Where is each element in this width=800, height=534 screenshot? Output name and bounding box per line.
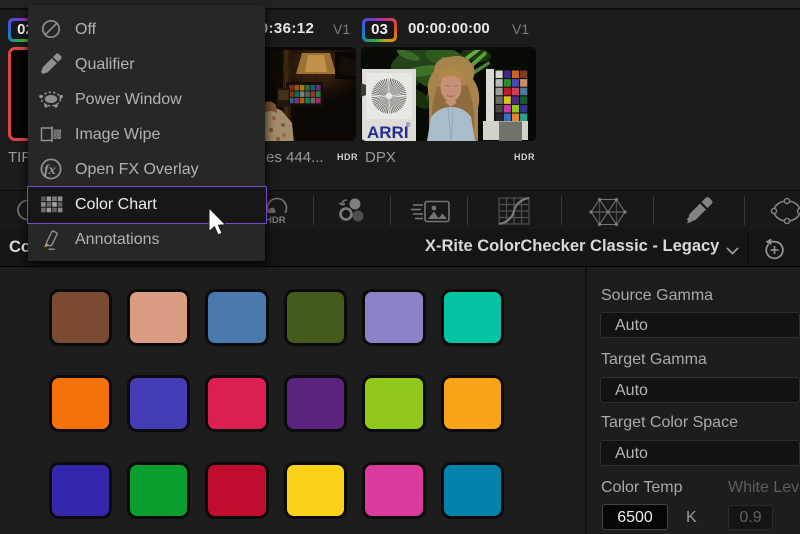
svg-text:®: ® — [406, 122, 411, 129]
svg-text:ARRI: ARRI — [367, 123, 409, 141]
svg-text:HDR: HDR — [265, 215, 286, 226]
